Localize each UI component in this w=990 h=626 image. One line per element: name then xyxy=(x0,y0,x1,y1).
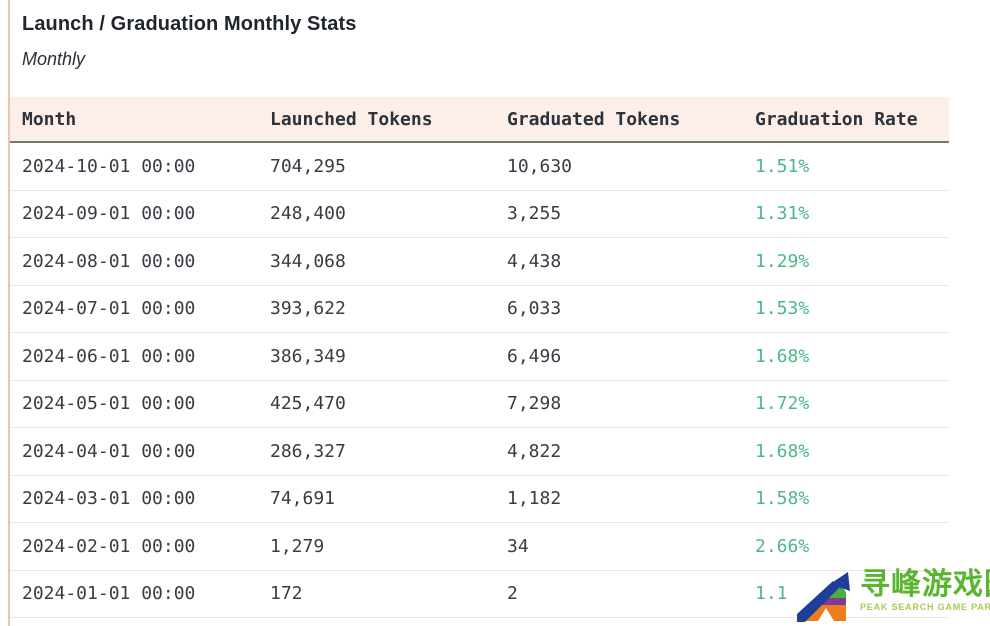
cell-graduated-tokens: 7,298 xyxy=(495,380,743,428)
cell-graduated-tokens: 1,182 xyxy=(495,475,743,523)
column-header: Graduation Rate xyxy=(743,97,949,142)
cell-month: 2024-05-01 00:00 xyxy=(10,380,258,428)
cell-month: 2024-04-01 00:00 xyxy=(10,428,258,476)
cell-launched-tokens: 1,279 xyxy=(258,523,495,571)
watermark-text: 寻峰游戏园 PEAK SEARCH GAME PARK xyxy=(860,569,990,612)
cell-launched-tokens: 344,068 xyxy=(258,238,495,286)
cell-graduated-tokens: 2 xyxy=(495,570,743,618)
cell-graduated-tokens: 4,438 xyxy=(495,238,743,286)
mountain-arrow-logo-icon xyxy=(797,572,855,622)
cell-graduation-rate: 1.53% xyxy=(743,285,949,333)
cell-graduation-rate: 2.66% xyxy=(743,523,949,571)
cell-graduated-tokens: 3,255 xyxy=(495,190,743,238)
cell-launched-tokens: 248,400 xyxy=(258,190,495,238)
cell-launched-tokens: 286,327 xyxy=(258,428,495,476)
stats-table: MonthLaunched TokensGraduated TokensGrad… xyxy=(10,97,949,618)
table-row: 2024-08-01 00:00344,0684,4381.29% xyxy=(10,238,949,286)
table-row: 2024-02-01 00:001,279342.66% xyxy=(10,523,949,571)
table-row: 2024-05-01 00:00425,4707,2981.72% xyxy=(10,380,949,428)
table-row: 2024-10-01 00:00704,29510,6301.51% xyxy=(10,142,949,190)
table-row: 2024-03-01 00:0074,6911,1821.58% xyxy=(10,475,949,523)
cell-graduation-rate: 1.51% xyxy=(743,142,949,190)
table-row: 2024-06-01 00:00386,3496,4961.68% xyxy=(10,333,949,381)
cell-graduation-rate: 1.72% xyxy=(743,380,949,428)
cell-graduated-tokens: 4,822 xyxy=(495,428,743,476)
cell-graduation-rate: 1.68% xyxy=(743,428,949,476)
cell-launched-tokens: 704,295 xyxy=(258,142,495,190)
watermark: 寻峰游戏园 PEAK SEARCH GAME PARK xyxy=(797,569,990,622)
cell-month: 2024-08-01 00:00 xyxy=(10,238,258,286)
cell-launched-tokens: 393,622 xyxy=(258,285,495,333)
monthly-stats-table: MonthLaunched TokensGraduated TokensGrad… xyxy=(10,97,949,618)
cell-month: 2024-06-01 00:00 xyxy=(10,333,258,381)
table-row: 2024-07-01 00:00393,6226,0331.53% xyxy=(10,285,949,333)
cell-launched-tokens: 74,691 xyxy=(258,475,495,523)
cell-graduation-rate: 1.68% xyxy=(743,333,949,381)
page-subtitle: Monthly xyxy=(22,49,85,70)
column-header: Graduated Tokens xyxy=(495,97,743,142)
table-row: 2024-09-01 00:00248,4003,2551.31% xyxy=(10,190,949,238)
column-header: Month xyxy=(10,97,258,142)
cell-graduated-tokens: 10,630 xyxy=(495,142,743,190)
cell-month: 2024-07-01 00:00 xyxy=(10,285,258,333)
table-header-row: MonthLaunched TokensGraduated TokensGrad… xyxy=(10,97,949,142)
cell-launched-tokens: 425,470 xyxy=(258,380,495,428)
page-title: Launch / Graduation Monthly Stats xyxy=(22,13,356,36)
cell-graduated-tokens: 6,033 xyxy=(495,285,743,333)
cell-month: 2024-09-01 00:00 xyxy=(10,190,258,238)
column-header: Launched Tokens xyxy=(258,97,495,142)
cell-launched-tokens: 386,349 xyxy=(258,333,495,381)
cell-month: 2024-03-01 00:00 xyxy=(10,475,258,523)
cell-month: 2024-02-01 00:00 xyxy=(10,523,258,571)
cell-graduation-rate: 1.31% xyxy=(743,190,949,238)
brand-subtitle: PEAK SEARCH GAME PARK xyxy=(860,603,990,612)
cell-graduated-tokens: 6,496 xyxy=(495,333,743,381)
cell-month: 2024-01-01 00:00 xyxy=(10,570,258,618)
table-row: 2024-04-01 00:00286,3274,8221.68% xyxy=(10,428,949,476)
cell-graduation-rate: 1.29% xyxy=(743,238,949,286)
cell-launched-tokens: 172 xyxy=(258,570,495,618)
cell-month: 2024-10-01 00:00 xyxy=(10,142,258,190)
cell-graduation-rate: 1.58% xyxy=(743,475,949,523)
brand-title: 寻峰游戏园 xyxy=(860,569,990,601)
cell-graduated-tokens: 34 xyxy=(495,523,743,571)
